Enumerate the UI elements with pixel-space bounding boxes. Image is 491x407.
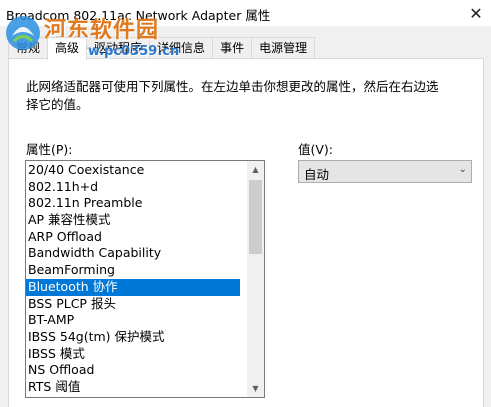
scroll-down-icon[interactable]: ▼ [247, 380, 264, 397]
title-bar: Broadcom 802.11ac Network Adapter 属性 ✕ [0, 0, 491, 26]
list-item[interactable]: AP 兼容性模式 [26, 212, 240, 229]
list-item[interactable]: RTS 阈值 [26, 379, 240, 396]
tab-driver[interactable]: 驱动程序 [86, 37, 151, 59]
list-scrollbar[interactable]: ▲ ▼ [247, 161, 264, 397]
list-item[interactable]: BT-AMP [26, 312, 240, 329]
scroll-thumb[interactable] [249, 180, 262, 254]
value-dropdown[interactable]: 自动 ⌄ [298, 160, 472, 183]
list-item[interactable]: IBSS 模式 [26, 346, 240, 363]
list-item-selected[interactable]: Bluetooth 协作 [26, 278, 240, 296]
list-item[interactable]: BeamForming [26, 262, 240, 279]
list-item[interactable]: BSS PLCP 报头 [26, 296, 240, 313]
property-list: 20/40 Coexistance 802.11h+d 802.11n Prea… [26, 162, 240, 396]
close-icon: ✕ [469, 3, 483, 23]
list-item[interactable]: 802.11h+d [26, 179, 240, 196]
list-item[interactable]: ARP Offload [26, 229, 240, 246]
tab-details[interactable]: 详细信息 [149, 37, 214, 59]
tab-advanced[interactable]: 高级 [47, 37, 88, 60]
value-label: 值(V): [298, 142, 334, 157]
panel-description: 此网络适配器可使用下列属性。在左边单击你想更改的属性，然后在右边选择它的值。 [26, 79, 439, 112]
list-item[interactable]: 20/40 Coexistance [26, 162, 240, 179]
close-button[interactable]: ✕ [461, 0, 491, 26]
list-item[interactable]: NS Offload [26, 362, 240, 379]
window-title: Broadcom 802.11ac Network Adapter 属性 [6, 8, 271, 23]
tab-strip: 常规 高级 驱动程序 详细信息 事件 电源管理 [8, 37, 316, 60]
scroll-up-icon[interactable]: ▲ [247, 161, 264, 178]
list-item[interactable]: IBSS 54g(tm) 保护模式 [26, 329, 240, 346]
tab-power-management[interactable]: 电源管理 [251, 37, 316, 59]
value-dropdown-selected: 自动 [304, 167, 330, 182]
list-item[interactable]: 802.11n Preamble [26, 195, 240, 212]
chevron-down-icon: ⌄ [458, 164, 467, 175]
tab-general[interactable]: 常规 [8, 37, 49, 59]
property-label: 属性(P): [26, 142, 73, 157]
tab-events[interactable]: 事件 [212, 37, 253, 59]
advanced-panel: 此网络适配器可使用下列属性。在左边单击你想更改的属性，然后在右边选择它的值。 属… [8, 58, 484, 407]
list-item[interactable]: Bandwidth Capability [26, 245, 240, 262]
property-listbox[interactable]: 20/40 Coexistance 802.11h+d 802.11n Prea… [25, 160, 265, 398]
